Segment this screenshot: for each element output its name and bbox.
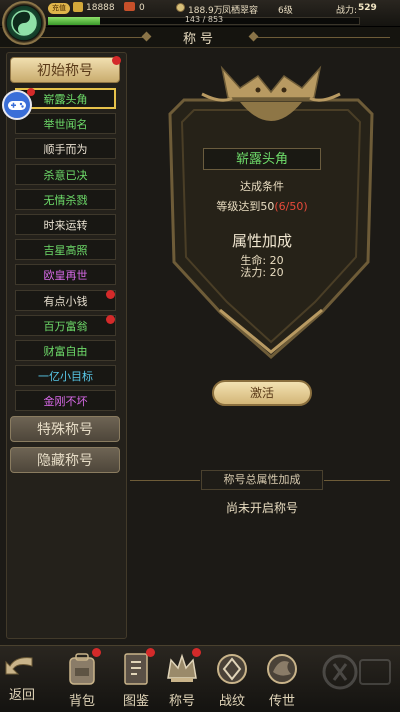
total-attribute-status: 尚未开启称号 <box>225 501 298 515</box>
total-attribute-label: 称号总属性加成 <box>201 470 323 490</box>
title-list-item[interactable]: 一亿小目标 <box>15 365 116 387</box>
condition-text: 等级达到50(6/50) <box>190 198 334 214</box>
title-list-item[interactable]: 财富自由 <box>15 340 116 361</box>
nav-item-label: 图鉴 <box>122 694 149 709</box>
back-label: 返回 <box>8 688 35 703</box>
nav-item-label: 背包 <box>68 694 95 709</box>
nav-item-backpack[interactable]: 背包 <box>58 650 106 709</box>
recharge-badge[interactable]: 充值 <box>48 3 70 14</box>
controller-notification-dot <box>27 88 35 96</box>
gold-icon <box>73 2 83 12</box>
title-list-item[interactable]: 金刚不坏 <box>15 390 116 412</box>
back-arrow-icon <box>5 657 33 675</box>
title-list-item[interactable]: 顺手而为 <box>15 138 116 160</box>
power-value: 529 <box>358 3 377 13</box>
condition-label: 达成条件 <box>240 180 284 193</box>
dragon-icon <box>267 654 297 684</box>
title-list-item[interactable]: 举世闻名 <box>15 113 116 135</box>
gold-amount: 18888 <box>86 3 115 13</box>
back-button[interactable]: 返回 <box>2 652 42 707</box>
title-list-item[interactable]: 百万富翁 <box>15 314 116 336</box>
nav-item-emblem[interactable]: 战纹 <box>208 650 256 709</box>
page-title: 称号 <box>182 32 217 47</box>
notification-dot <box>192 648 201 657</box>
selected-title-name: 崭露头角 <box>203 148 321 170</box>
title-list-item[interactable]: 杀意已决 <box>15 163 116 185</box>
header-ornament-right <box>255 37 390 38</box>
emblem-icon <box>217 654 247 684</box>
attribute-mp: 法力: 20 <box>240 266 284 279</box>
title-list-item[interactable]: 有点小钱 <box>15 289 116 311</box>
coin-icon <box>176 3 185 12</box>
title-list-item[interactable]: 吉星高照 <box>15 239 116 261</box>
notification-dot <box>112 56 121 65</box>
nav-item-label: 称号 <box>168 694 195 709</box>
activate-button[interactable]: 激活 <box>212 380 312 406</box>
notification-dot <box>92 648 101 657</box>
attribute-bonus-title: 属性加成 <box>231 232 292 250</box>
total-ornament-right <box>324 480 390 481</box>
nav-item-label: 传世 <box>268 694 295 709</box>
coupon-amount: 0 <box>139 3 145 13</box>
watermark <box>300 650 400 700</box>
title-list-item[interactable]: 欧皇再世 <box>15 264 116 286</box>
category-initial-titles[interactable]: 初始称号 <box>10 57 120 83</box>
notification-dot <box>106 289 115 299</box>
condition-progress: (6/50) <box>274 200 308 213</box>
nav-item-book[interactable]: 图鉴 <box>112 650 160 709</box>
coupon-icon <box>124 2 135 11</box>
yin-yang-icon <box>11 10 37 36</box>
total-ornament-left <box>130 480 200 481</box>
notification-dot <box>106 314 115 324</box>
title-list-item[interactable]: 时来运转 <box>15 214 116 235</box>
category-hidden-titles[interactable]: 隐藏称号 <box>10 447 120 473</box>
category-special-titles[interactable]: 特殊称号 <box>10 416 120 442</box>
condition-requirement: 等级达到50 <box>216 200 275 213</box>
exp-text: 143 / 853 <box>184 15 224 24</box>
title-list-item[interactable]: 无情杀戮 <box>15 188 116 210</box>
nav-item-dragon[interactable]: 传世 <box>258 650 306 709</box>
nav-item-label: 战纹 <box>218 694 245 709</box>
notification-dot <box>146 648 155 657</box>
player-avatar[interactable] <box>2 1 46 45</box>
nav-item-crown[interactable]: 称号 <box>158 650 206 709</box>
